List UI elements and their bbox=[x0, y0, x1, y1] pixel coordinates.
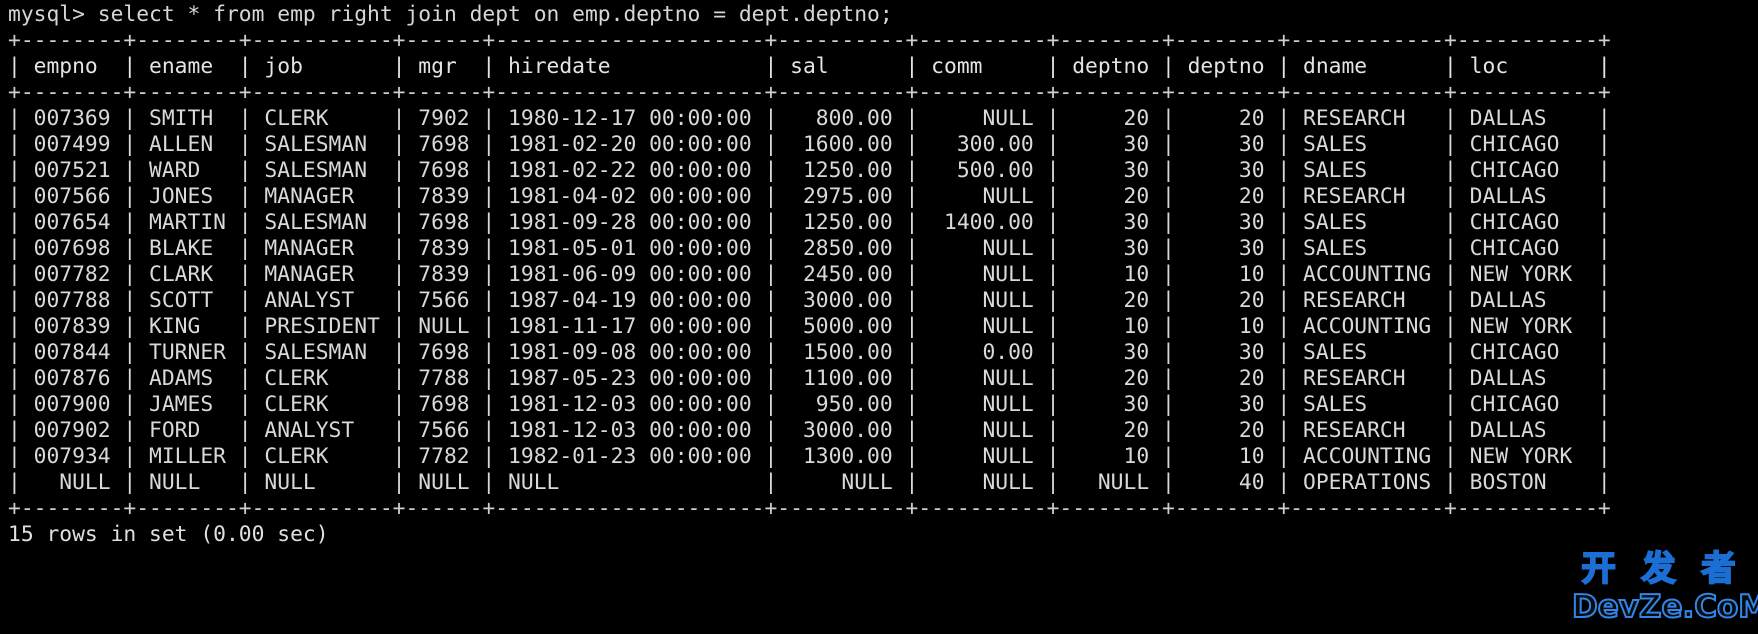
table-row: | 007902 | FORD | ANALYST | 7566 | 1981-… bbox=[8, 418, 1611, 443]
table-row: | 007788 | SCOTT | ANALYST | 7566 | 1987… bbox=[8, 288, 1611, 313]
table-rule-header: +--------+--------+-----------+------+--… bbox=[8, 80, 1611, 105]
table-row: | 007566 | JONES | MANAGER | 7839 | 1981… bbox=[8, 184, 1611, 209]
table-row: | 007782 | CLARK | MANAGER | 7839 | 1981… bbox=[8, 262, 1611, 287]
terminal-output: mysql> select * from emp right join dept… bbox=[8, 2, 1758, 548]
table-header-row: | empno | ename | job | mgr | hiredate |… bbox=[8, 54, 1611, 79]
table-row: | 007369 | SMITH | CLERK | 7902 | 1980-1… bbox=[8, 106, 1611, 131]
table-row: | 007499 | ALLEN | SALESMAN | 7698 | 198… bbox=[8, 132, 1611, 157]
result-status-line: 15 rows in set (0.00 sec) bbox=[8, 522, 329, 547]
table-row: | 007900 | JAMES | CLERK | 7698 | 1981-1… bbox=[8, 392, 1611, 417]
table-row: | 007521 | WARD | SALESMAN | 7698 | 1981… bbox=[8, 158, 1611, 183]
site-watermark: 开 发 者 DevZe.CoM bbox=[1571, 548, 1758, 632]
table-rule-bottom: +--------+--------+-----------+------+--… bbox=[8, 496, 1611, 521]
table-row: | 007844 | TURNER | SALESMAN | 7698 | 19… bbox=[8, 340, 1611, 365]
watermark-chinese-text: 开 发 者 bbox=[1581, 548, 1743, 590]
table-row: | 007876 | ADAMS | CLERK | 7788 | 1987-0… bbox=[8, 366, 1611, 391]
watermark-latin-text: DevZe.CoM bbox=[1571, 589, 1758, 625]
table-row: | 007654 | MARTIN | SALESMAN | 7698 | 19… bbox=[8, 210, 1611, 235]
table-row: | NULL | NULL | NULL | NULL | NULL | NUL… bbox=[8, 470, 1611, 495]
query-prompt-line: mysql> select * from emp right join dept… bbox=[8, 2, 893, 27]
table-rule-top: +--------+--------+-----------+------+--… bbox=[8, 28, 1611, 53]
table-row: | 007839 | KING | PRESIDENT | NULL | 198… bbox=[8, 314, 1611, 339]
table-row: | 007934 | MILLER | CLERK | 7782 | 1982-… bbox=[8, 444, 1611, 469]
mysql-terminal: mysql> select * from emp right join dept… bbox=[0, 0, 1758, 634]
table-row: | 007698 | BLAKE | MANAGER | 7839 | 1981… bbox=[8, 236, 1611, 261]
